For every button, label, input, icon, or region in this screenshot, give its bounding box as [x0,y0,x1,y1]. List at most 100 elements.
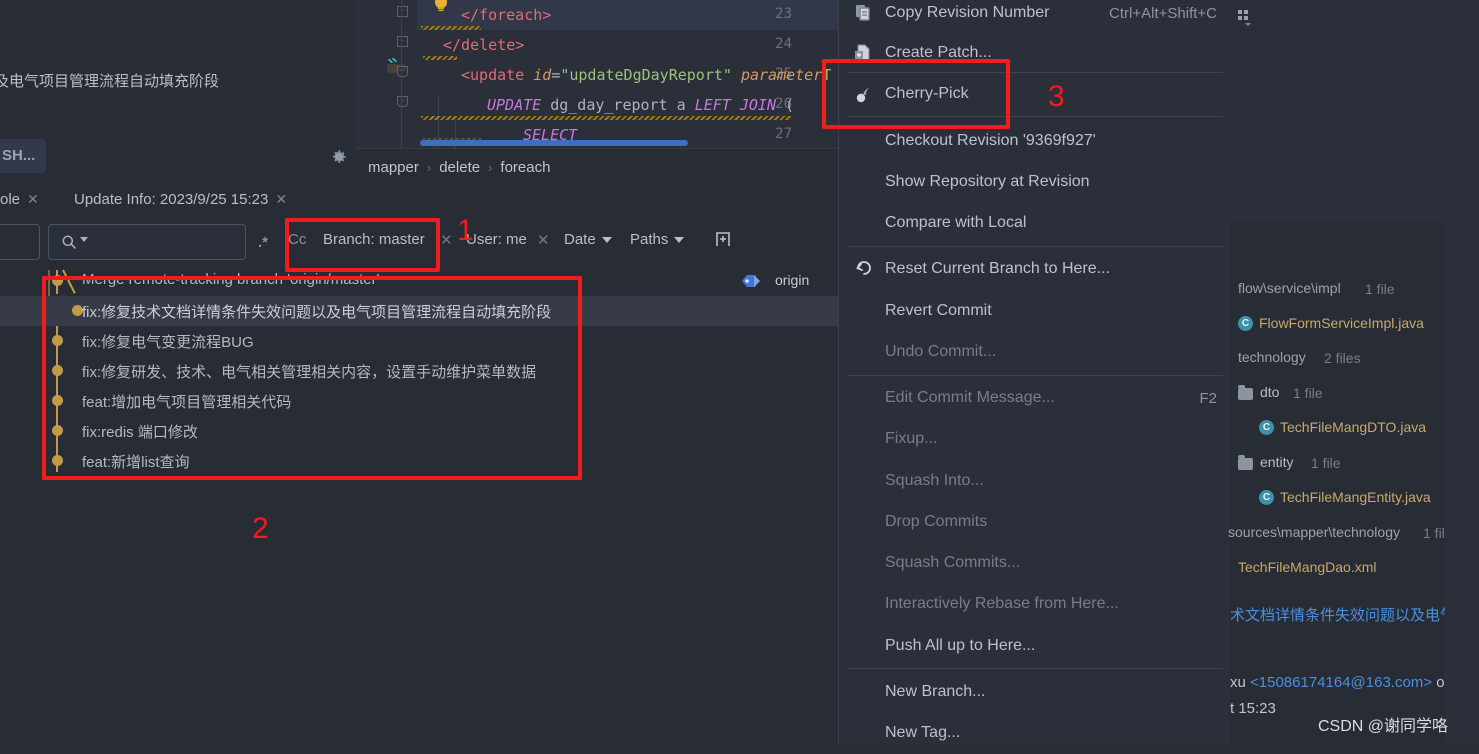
grid-view-icon[interactable] [1236,8,1258,30]
fold-marker[interactable]: − [397,36,408,47]
search-input[interactable] [48,224,246,260]
close-icon[interactable]: ✕ [275,191,287,207]
menu-item-fixup[interactable]: Fixup... [839,420,1231,460]
menu-item-new-tag[interactable]: New Tag... [839,714,1231,754]
annotation-number-3: 3 [1048,80,1065,113]
watermark: CSDN @谢同学咯 [1318,718,1449,735]
menu-item-new-branch[interactable]: New Branch... [839,673,1231,713]
annotation-box-commit-list [42,276,582,480]
fold-marker[interactable]: − [397,6,408,17]
tree-folder-label: entity [1260,454,1294,470]
line-number: 24 [775,36,792,52]
tree-file-label: FlowFormServiceImpl.java [1259,315,1424,331]
code-editor[interactable]: 23 24 25 26 27 − − − − </foreach> </dele… [355,0,838,148]
search-dropdown-icon[interactable] [80,237,88,242]
new-tab-icon[interactable] [713,229,733,249]
java-class-icon: C [1238,316,1253,331]
tree-row-java[interactable]: C TechFileMangDTO.java [1230,417,1479,443]
breadcrumb-item[interactable]: foreach [500,159,550,176]
menu-item-label: Interactively Rebase from Here... [885,595,1119,612]
line-number: 23 [775,6,792,22]
menu-item-revert-commit[interactable]: Revert Commit [839,292,1231,332]
menu-item-label: Drop Commits [885,513,988,530]
push-button[interactable]: SH... [0,139,46,173]
tab-console[interactable]: ole ✕ [0,191,39,208]
tree-path-count: 2 files [1324,350,1361,366]
tree-row-path[interactable]: flow\service\impl 1 file [1230,278,1479,304]
regex-toggle-icon[interactable]: .* [258,234,268,251]
menu-item-label: Push All up to Here... [885,637,1036,654]
menu-separator [847,375,1223,376]
java-class-icon: C [1259,490,1274,505]
chevron-down-icon [674,237,685,244]
branch-ref-tag[interactable]: origin [742,272,810,288]
menu-item-label: Checkout Revision '9369f927' [885,132,1096,149]
branch-ref-label: origin [775,272,810,288]
folder-icon [1238,455,1253,470]
breadcrumb-item[interactable]: mapper [368,159,419,176]
tree-folder-count: 1 file [1293,385,1323,401]
tree-row-folder[interactable]: entity 1 file [1230,452,1479,478]
user-filter-clear-icon[interactable]: ✕ [537,231,550,249]
user-filter[interactable]: User: me [466,231,527,248]
menu-item-shortcut: F2 [1199,390,1217,407]
tab-label: ole [0,191,21,208]
menu-item-push-all-up-to-here[interactable]: Push All up to Here... [839,627,1231,667]
fold-marker[interactable]: − [397,96,408,107]
menu-item-label: Copy Revision Number [885,4,1050,21]
annotation-box-cherry-pick [822,59,1010,129]
breadcrumb-separator-icon: › [488,159,493,175]
line-number: 27 [775,126,792,142]
branch-tag-icon [741,273,769,292]
editor-divider [355,148,838,149]
menu-item-squash-commits[interactable]: Squash Commits... [839,544,1231,584]
menu-separator [847,668,1223,669]
editor-horizontal-scrollbar[interactable] [420,140,688,146]
menu-item-drop-commits[interactable]: Drop Commits [839,503,1231,543]
breadcrumb-item[interactable]: delete [439,159,480,176]
branch-filter-clear-icon[interactable]: ✕ [440,231,453,249]
tree-path-label: technology [1238,349,1306,365]
author-email[interactable]: <15086174164@163.com> [1250,674,1432,691]
menu-item-copy-revision-number[interactable]: Copy Revision Number Ctrl+Alt+Shift+C [839,0,1231,34]
folder-icon [1238,385,1253,400]
annotation-number-2: 2 [252,512,269,545]
close-icon[interactable]: ✕ [27,191,39,207]
menu-item-label: Reset Current Branch to Here... [885,260,1110,277]
intention-bulb-icon[interactable] [433,0,449,14]
tree-path-label: sources\mapper\technology [1228,524,1400,540]
menu-item-edit-commit-message[interactable]: Edit Commit Message... F2 [839,379,1231,419]
tree-row-path[interactable]: technology 2 files [1230,347,1479,373]
menu-item-label: Revert Commit [885,302,992,319]
breadcrumb-separator-icon: › [426,159,432,175]
menu-item-interactively-rebase[interactable]: Interactively Rebase from Here... [839,585,1231,625]
tree-row-folder[interactable]: dto 1 file [1230,382,1479,408]
tree-row-path[interactable]: sources\mapper\technology 1 file [1228,522,1479,548]
push-button-label: SH... [2,147,36,164]
tree-row-java[interactable]: C TechFileMangEntity.java [1230,487,1479,513]
date-filter[interactable]: Date [564,231,612,248]
commit-detail-author: xu <15086174164@163.com> on [1230,674,1453,691]
fold-marker[interactable]: − [397,66,408,77]
code-line: UPDATE dg_day_report a LEFT JOIN ( [487,96,795,114]
menu-item-label: New Branch... [885,683,986,700]
menu-item-show-repository-at-revision[interactable]: Show Repository at Revision [839,163,1231,203]
gear-icon[interactable] [330,148,348,166]
annotation-number-1: 1 [457,214,474,247]
menu-item-undo-commit[interactable]: Undo Commit... [839,333,1231,373]
menu-item-squash-into[interactable]: Squash Into... [839,462,1231,502]
paths-filter[interactable]: Paths [630,231,685,248]
annotation-box-branch-filter [285,218,440,272]
tree-row-java[interactable]: C FlowFormServiceImpl.java [1230,313,1479,339]
menu-item-label: Squash Commits... [885,554,1021,571]
menu-item-reset-current-branch[interactable]: Reset Current Branch to Here... [839,250,1231,290]
undo-icon [853,259,875,281]
toolbar-left-box[interactable] [0,224,40,260]
menu-item-label: Show Repository at Revision [885,173,1090,190]
copy-icon [853,3,875,25]
tree-row-xml[interactable]: TechFileMangDao.xml [1230,557,1479,583]
details-panel-header [1230,0,1479,222]
menu-item-compare-with-local[interactable]: Compare with Local [839,204,1231,244]
tab-update-info[interactable]: Update Info: 2023/9/25 15:23 ✕ [74,191,287,208]
tree-file-label: TechFileMangEntity.java [1280,489,1431,505]
